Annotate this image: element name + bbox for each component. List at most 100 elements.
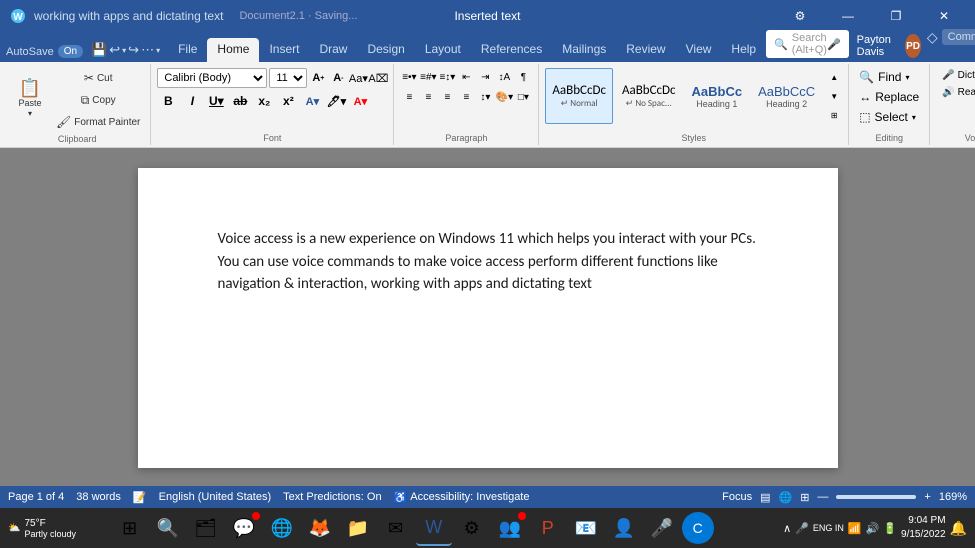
bold-btn[interactable]: B <box>157 90 179 112</box>
change-case-btn[interactable]: Aa▾ <box>349 69 367 87</box>
settings-taskbar-btn[interactable]: ⚙ <box>454 510 490 546</box>
show-hide-btn[interactable]: ¶ <box>514 68 532 86</box>
language-indicator[interactable]: English (United States) <box>159 491 272 503</box>
style-scroll-up[interactable]: ▲ <box>826 68 842 86</box>
select-btn[interactable]: ⬚ Select ▾ <box>855 108 920 126</box>
search-btn[interactable]: 🔍 <box>150 510 186 546</box>
mail-btn[interactable]: ✉ <box>378 510 414 546</box>
document-page[interactable]: Voice access is a new experience on Wind… <box>138 168 838 468</box>
accessibility-indicator[interactable]: ♿ Accessibility: Investigate <box>394 491 530 504</box>
paste-dropdown[interactable]: ▾ <box>28 109 32 118</box>
voice-access-btn[interactable]: 🎤 <box>644 510 680 546</box>
copy-btn[interactable]: ⧉ Copy <box>52 90 144 110</box>
copilot-btn[interactable]: C <box>682 512 714 544</box>
immersive-btn[interactable]: ⊞ <box>800 491 809 504</box>
outlook-btn[interactable]: 📧 <box>568 510 604 546</box>
user-avatar[interactable]: PD <box>905 34 921 58</box>
tab-file[interactable]: File <box>168 38 207 62</box>
explorer-btn[interactable]: 📁 <box>340 510 376 546</box>
start-btn[interactable]: ⊞ <box>112 510 148 546</box>
style-no-spacing[interactable]: AaBbCcDc ↵ No Spac... <box>615 68 683 124</box>
edge-btn[interactable]: 🌐 <box>264 510 300 546</box>
language-icon[interactable]: ENG IN <box>813 523 844 534</box>
autosave-toggle[interactable]: On <box>58 45 83 58</box>
paste-btn[interactable]: 📋 Paste ▾ <box>10 68 50 128</box>
notification-btn[interactable]: 🔔 <box>950 520 967 537</box>
justify-btn[interactable]: ≡ <box>457 88 475 106</box>
cut-btn[interactable]: ✂ Cut <box>52 68 144 88</box>
font-size-select[interactable]: 11 <box>269 68 307 88</box>
italic-btn[interactable]: I <box>181 90 203 112</box>
zoom-level[interactable]: 169% <box>939 491 967 503</box>
numbering-btn[interactable]: ≡#▾ <box>419 68 437 86</box>
search-bar[interactable]: 🔍 Search (Alt+Q) 🎤 <box>766 30 849 58</box>
align-center-btn[interactable]: ≡ <box>419 88 437 106</box>
clock-area[interactable]: 9:04 PM 9/15/2022 <box>901 514 946 542</box>
tab-home[interactable]: Home <box>207 38 259 62</box>
shading-btn[interactable]: 🎨▾ <box>495 88 513 106</box>
track-changes-icon[interactable]: 📝 <box>133 491 147 504</box>
teams-btn[interactable]: 👥 <box>492 510 528 546</box>
style-heading2[interactable]: AaBbCcC Heading 2 <box>751 68 822 124</box>
read-aloud-btn[interactable]: 🔊 Read Aloud <box>936 85 975 100</box>
align-right-btn[interactable]: ≡ <box>438 88 456 106</box>
diamond-icon[interactable]: ◇ <box>927 29 938 46</box>
tab-layout[interactable]: Layout <box>415 38 471 62</box>
dictate-btn[interactable]: 🎤 Dictate ▾ <box>936 68 975 83</box>
text-predictions[interactable]: Text Predictions: On <box>283 491 381 503</box>
firefox-btn[interactable]: 🦊 <box>302 510 338 546</box>
select-dropdown[interactable]: ▾ <box>912 113 916 122</box>
clear-format-btn[interactable]: A⌧ <box>369 69 387 87</box>
align-left-btn[interactable]: ≡ <box>400 88 418 106</box>
tab-draw[interactable]: Draw <box>309 38 357 62</box>
replace-btn[interactable]: ↔ Replace <box>855 88 923 106</box>
increase-indent-btn[interactable]: ⇥ <box>476 68 494 86</box>
wifi-icon[interactable]: 📶 <box>848 522 862 535</box>
print-layout-btn[interactable]: ▤ <box>760 491 770 504</box>
word-count[interactable]: 38 words <box>76 491 121 503</box>
tab-help[interactable]: Help <box>721 38 766 62</box>
restore-btn[interactable]: ❐ <box>873 0 919 32</box>
format-painter-btn[interactable]: 🖌 Format Painter <box>52 112 144 132</box>
font-color-btn[interactable]: A▾ <box>349 90 371 112</box>
zoom-slider[interactable] <box>836 495 916 499</box>
more-btn[interactable]: ⋯ <box>141 42 154 58</box>
zoom-in-btn[interactable]: + <box>924 491 930 503</box>
task-view-btn[interactable]: 🗂 <box>188 510 224 546</box>
powerpoint-btn[interactable]: P <box>530 510 566 546</box>
undo-dropdown[interactable]: ▾ <box>122 46 126 55</box>
style-scroll-down[interactable]: ▼ <box>826 87 842 105</box>
mic-sys-icon[interactable]: 🎤 <box>795 522 809 535</box>
comments-btn[interactable]: Comments <box>942 29 975 45</box>
multilevel-btn[interactable]: ≡↕▾ <box>438 68 456 86</box>
chevron-icon[interactable]: ∧ <box>783 522 791 535</box>
grow-font-btn[interactable]: A+ <box>309 69 327 87</box>
minimize-btn[interactable]: — <box>825 0 871 32</box>
borders-btn[interactable]: □▾ <box>514 88 532 106</box>
dropdown-btn[interactable]: ▾ <box>156 46 160 55</box>
bullets-btn[interactable]: ≡•▾ <box>400 68 418 86</box>
web-layout-btn[interactable]: 🌐 <box>779 491 793 504</box>
zoom-out-btn[interactable]: — <box>817 491 828 503</box>
superscript-btn[interactable]: x² <box>277 90 299 112</box>
decrease-indent-btn[interactable]: ⇤ <box>457 68 475 86</box>
people-btn[interactable]: 👤 <box>606 510 642 546</box>
font-family-select[interactable]: Calibri (Body) <box>157 68 267 88</box>
tab-design[interactable]: Design <box>357 38 414 62</box>
style-expand[interactable]: ⊞ <box>826 106 842 124</box>
settings-btn[interactable]: ⚙ <box>777 0 823 32</box>
strikethrough-btn[interactable]: ab <box>229 90 251 112</box>
tab-view[interactable]: View <box>676 38 722 62</box>
redo-btn[interactable]: ↪ <box>128 42 139 58</box>
style-heading1[interactable]: AaBbCc Heading 1 <box>685 68 750 124</box>
line-spacing-btn[interactable]: ↕▾ <box>476 88 494 106</box>
tab-review[interactable]: Review <box>616 38 675 62</box>
sort-btn[interactable]: ↕A <box>495 68 513 86</box>
highlight-btn[interactable]: 🖊▾ <box>325 90 347 112</box>
tab-references[interactable]: References <box>471 38 552 62</box>
word-btn[interactable]: W <box>416 510 452 546</box>
volume-icon[interactable]: 🔊 <box>866 522 880 535</box>
find-dropdown[interactable]: ▾ <box>905 73 909 82</box>
style-normal[interactable]: AaBbCcDc ↵ Normal <box>545 68 613 124</box>
shrink-font-btn[interactable]: A- <box>329 69 347 87</box>
